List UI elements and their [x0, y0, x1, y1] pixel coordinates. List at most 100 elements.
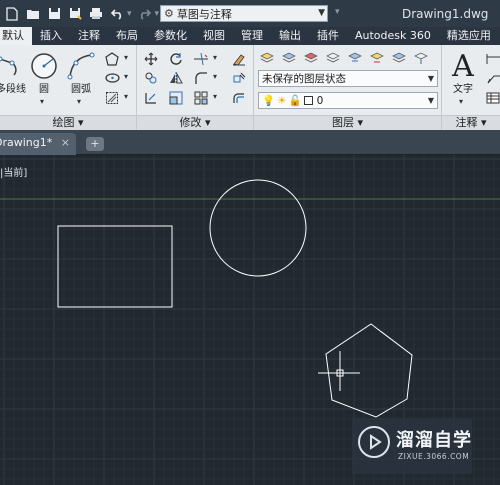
trim-dropdown-icon[interactable]: ▾ [213, 53, 217, 62]
tab-plugins[interactable]: 插件 [309, 27, 347, 45]
chevron-down-icon: ▼ [427, 74, 434, 83]
layer-tool-4-icon[interactable] [324, 49, 342, 67]
layer-tool-5-icon[interactable] [346, 49, 364, 67]
save-icon[interactable] [45, 5, 63, 23]
print-icon[interactable] [87, 5, 105, 23]
ellipse-icon[interactable] [103, 69, 121, 87]
tab-layout[interactable]: 布局 [108, 27, 146, 45]
explode-icon[interactable] [230, 69, 248, 87]
workspace-selector[interactable]: ⚙ 草图与注释 ▼ [160, 5, 328, 22]
drawing-area[interactable]: |当前] 溜溜自学 ZIXUE.3066.COM [0, 155, 500, 485]
tab-insert[interactable]: 插入 [32, 27, 70, 45]
undo-icon[interactable] [108, 5, 126, 23]
layers-panel: 未保存的图层状态 ▼ 💡 ☀ 🔓 0 ▼ 图层 ▾ [254, 45, 442, 130]
circle-shape[interactable] [209, 179, 307, 277]
layer-state-dropdown[interactable]: 未保存的图层状态 ▼ [258, 70, 438, 87]
table-icon[interactable] [484, 89, 500, 107]
arc-tool-icon [62, 49, 100, 83]
copy-icon[interactable] [142, 69, 160, 87]
redo-dropdown-icon[interactable]: ▾ [155, 9, 160, 19]
polygon-icon[interactable] [103, 50, 121, 68]
leader-icon[interactable] [484, 69, 500, 87]
layer-color-swatch [303, 96, 313, 105]
save-as-icon[interactable] [66, 5, 84, 23]
ribbon: 多段线 圆 ▾ 圆弧 ▾ ▾ ▾ ▾ 绘图 ▾ ▾ ▾ ▾ 修改 ▾ 未保存的图… [0, 45, 500, 130]
arc-label: 圆弧 [71, 84, 91, 95]
gear-icon: ⚙ [164, 7, 174, 20]
polygon-dropdown-icon[interactable]: ▾ [124, 53, 128, 62]
annotation-panel-label: 注释 [455, 116, 478, 129]
redo-icon[interactable] [136, 5, 154, 23]
modify-panel-label: 修改 [179, 116, 202, 129]
draw-panel: 多段线 圆 ▾ 圆弧 ▾ ▾ ▾ ▾ 绘图 ▾ [0, 45, 137, 130]
text-button[interactable]: A 文字 [445, 49, 481, 96]
hatch-icon[interactable] [103, 89, 121, 107]
array-dropdown-icon[interactable]: ▾ [213, 92, 217, 101]
tab-default[interactable]: 默认 [0, 27, 32, 45]
scale-icon[interactable] [167, 89, 185, 107]
workspace-name: 草图与注释 [176, 7, 232, 21]
chevron-down-icon: ▼ [427, 96, 434, 105]
circle-dropdown-icon[interactable]: ▾ [40, 97, 44, 106]
ellipse-dropdown-icon[interactable]: ▾ [124, 72, 128, 81]
annotation-panel: A 文字 ▾ 注释 ▾ [442, 45, 500, 130]
move-icon[interactable] [142, 50, 160, 68]
offset-icon[interactable] [230, 89, 248, 107]
draw-panel-title[interactable]: 绘图 ▾ [0, 115, 136, 130]
layer-tool-2-icon[interactable] [280, 49, 298, 67]
layer-state-value: 未保存的图层状态 [262, 73, 346, 85]
rotate-icon[interactable] [167, 50, 185, 68]
window-title: Drawing1.dwg [402, 7, 489, 21]
erase-icon[interactable] [230, 50, 248, 68]
layers-panel-label: 图层 [331, 116, 354, 129]
draw-panel-label: 绘图 [52, 116, 75, 129]
polyline-label: 多段线 [0, 84, 26, 95]
new-tab-button[interactable]: + [86, 137, 104, 151]
tab-manage[interactable]: 管理 [233, 27, 271, 45]
document-tab[interactable]: Drawing1* × [0, 133, 76, 155]
document-tab-bar: Drawing1* × + [0, 130, 500, 155]
tab-annotate[interactable]: 注释 [70, 27, 108, 45]
fillet-dropdown-icon[interactable]: ▾ [213, 72, 217, 81]
qat-customize-icon[interactable]: ▾ [335, 7, 340, 17]
layer-tool-3-icon[interactable] [302, 49, 320, 67]
open-folder-icon[interactable] [24, 5, 42, 23]
layer-tool-7-icon[interactable] [390, 49, 408, 67]
trim-icon[interactable] [192, 50, 210, 68]
sun-icon: ☀ [277, 94, 287, 107]
text-dropdown-icon[interactable]: ▾ [459, 97, 463, 106]
arc-dropdown-icon[interactable]: ▾ [77, 97, 81, 106]
linear-dimension-icon[interactable] [484, 50, 500, 68]
hatch-dropdown-icon[interactable]: ▾ [124, 92, 128, 101]
fillet-icon[interactable] [192, 69, 210, 87]
close-icon[interactable]: × [61, 133, 70, 153]
new-file-icon[interactable] [3, 5, 21, 23]
plus-icon: + [90, 137, 100, 150]
document-tab-label: Drawing1* [0, 136, 53, 149]
layers-panel-title[interactable]: 图层 ▾ [254, 115, 441, 130]
circle-button[interactable]: 圆 [25, 49, 63, 96]
rectangle-shape[interactable] [57, 225, 173, 308]
watermark-name: 溜溜自学 [396, 430, 472, 451]
tab-featured-apps[interactable]: 精选应用 [439, 27, 499, 45]
tab-view[interactable]: 视图 [195, 27, 233, 45]
modify-panel: ▾ ▾ ▾ 修改 ▾ [137, 45, 254, 130]
layer-properties-icon[interactable] [258, 49, 276, 67]
mirror-icon[interactable] [167, 69, 185, 87]
undo-dropdown-icon[interactable]: ▾ [127, 9, 132, 19]
tab-output[interactable]: 输出 [271, 27, 309, 45]
arc-button[interactable]: 圆弧 [62, 49, 100, 96]
polyline-button[interactable]: 多段线 [0, 49, 28, 96]
tab-parametric[interactable]: 参数化 [146, 27, 195, 45]
annotation-panel-title[interactable]: 注释 ▾ [442, 115, 500, 130]
current-layer-dropdown[interactable]: 💡 ☀ 🔓 0 ▼ [258, 92, 438, 109]
stretch-icon[interactable] [142, 89, 160, 107]
layer-tool-6-icon[interactable] [368, 49, 386, 67]
play-logo-icon [358, 426, 390, 458]
array-icon[interactable] [192, 89, 210, 107]
tab-autodesk-360[interactable]: Autodesk 360 [347, 27, 439, 45]
title-bar: ▾ ▾ ⚙ 草图与注释 ▼ ▾ Drawing1.dwg [0, 0, 500, 27]
layer-tool-8-icon[interactable] [412, 49, 430, 67]
circle-label: 圆 [39, 84, 49, 95]
modify-panel-title[interactable]: 修改 ▾ [137, 115, 253, 130]
